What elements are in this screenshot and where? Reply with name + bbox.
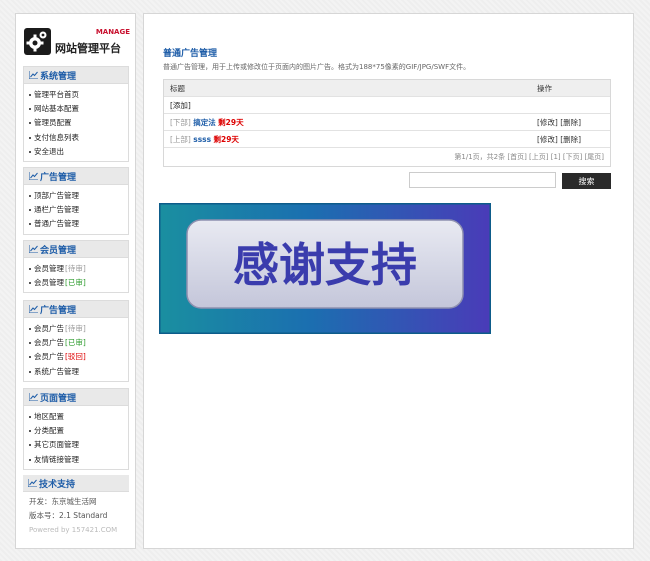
ad-remaining: 剩29天 <box>213 134 239 144</box>
menu-item-admin-config[interactable]: 管理员配置 <box>29 116 128 130</box>
edit-link[interactable]: [修改] <box>537 118 558 127</box>
bullet-icon <box>29 416 31 419</box>
search-button[interactable]: 搜索 <box>562 173 611 189</box>
chart-icon <box>29 305 38 313</box>
bullet-icon <box>29 430 31 433</box>
menu-group-pages: 页面管理 地区配置 分类配置 其它页面管理 友情链接管理 <box>23 388 129 470</box>
menu-item-members-approved[interactable]: 会员管理 [已审] <box>29 276 128 290</box>
menu-group-header[interactable]: 广告管理 <box>24 301 128 318</box>
menu-item-system-ads[interactable]: 系统广告管理 <box>29 365 128 379</box>
chart-icon <box>29 172 38 180</box>
ad-position: [下部] <box>170 117 191 127</box>
powered-by-link[interactable]: Powered by 157421.COM <box>29 523 129 537</box>
support-title: 技术支持 <box>39 479 76 490</box>
banner-text: 感谢支持 <box>233 238 417 292</box>
table-pager-row: 第1/1页，共2条 [首页] [上页] [1] [下页] [尾页] <box>164 148 610 166</box>
bullet-icon <box>29 282 31 285</box>
logo-badge: MANAGE <box>95 28 130 36</box>
chart-icon <box>29 71 38 79</box>
search-input[interactable] <box>409 172 556 188</box>
menu-item-other-pages[interactable]: 其它页面管理 <box>29 438 128 452</box>
bullet-icon <box>29 444 31 447</box>
menu-item-logout[interactable]: 安全退出 <box>29 145 128 159</box>
bullet-icon <box>29 268 31 271</box>
bullet-icon <box>29 150 31 153</box>
table-header: 标题 操作 <box>164 80 610 97</box>
menu-group-member-ads: 广告管理 会员广告 [待审] 会员广告 [已审] 会员广告 [驳回] 系统广告管理 <box>23 300 129 382</box>
menu-item-friend-links[interactable]: 友情链接管理 <box>29 453 128 467</box>
ad-position: [上部] <box>170 134 191 144</box>
chart-icon <box>29 245 38 253</box>
menu-item-top-ads[interactable]: 顶部广告管理 <box>29 189 128 203</box>
bullet-icon <box>29 328 31 331</box>
developer-info: 开发：东京城生活网 <box>29 497 97 506</box>
menu-group-ads: 广告管理 顶部广告管理 通栏广告管理 普通广告管理 <box>23 167 129 235</box>
table-row-add: [添加] <box>164 97 610 114</box>
menu-group-header[interactable]: 页面管理 <box>24 389 128 406</box>
menu-item-banner-ads[interactable]: 通栏广告管理 <box>29 203 128 217</box>
sidebar: MANAGE 网站管理平台 系统管理 管理平台首页 网站基本配置 管理员配置 支… <box>15 13 136 549</box>
support-header: 技术支持 <box>23 475 129 492</box>
version-info: 版本号：2.1 Standard <box>29 511 108 520</box>
bullet-icon <box>29 356 31 359</box>
pagination[interactable]: 第1/1页，共2条 [首页] [上页] [1] [下页] [尾页] <box>454 152 604 162</box>
bullet-icon <box>29 342 31 345</box>
ads-table: 标题 操作 [添加] [下部] 搞定法 剩29天 [修改] [删除] [上部] … <box>163 79 611 167</box>
chart-icon <box>28 479 37 487</box>
bullet-icon <box>29 122 31 125</box>
menu-group-title: 广告管理 <box>40 172 77 183</box>
table-row: [下部] 搞定法 剩29天 [修改] [删除] <box>164 114 610 131</box>
logo[interactable]: MANAGE 网站管理平台 <box>24 26 130 64</box>
bullet-icon <box>29 136 31 139</box>
page-title: 普通广告管理 <box>163 49 218 59</box>
delete-link[interactable]: [删除] <box>560 118 581 127</box>
bullet-icon <box>29 94 31 97</box>
menu-group-system: 系统管理 管理平台首页 网站基本配置 管理员配置 支付信息列表 安全退出 <box>23 66 129 162</box>
menu-group-title: 页面管理 <box>40 393 77 404</box>
menu-item-home[interactable]: 管理平台首页 <box>29 88 128 102</box>
table-row: [上部] ssss 剩29天 [修改] [删除] <box>164 131 610 148</box>
menu-group-header[interactable]: 系统管理 <box>24 67 128 84</box>
ad-remaining: 剩29天 <box>218 117 244 127</box>
page-description: 普通广告管理，用于上传或修改位于页面内的图片广告。格式为188*75像素的GIF… <box>163 63 471 71</box>
edit-link[interactable]: [修改] <box>537 135 558 144</box>
menu-group-header[interactable]: 广告管理 <box>24 168 128 185</box>
ad-title-link[interactable]: ssss <box>193 135 211 144</box>
menu-group-title: 广告管理 <box>40 305 77 316</box>
bullet-icon <box>29 209 31 212</box>
menu-item-member-ads-pending[interactable]: 会员广告 [待审] <box>29 322 128 336</box>
ad-title-link[interactable]: 搞定法 <box>193 118 216 127</box>
bullet-icon <box>29 458 31 461</box>
bullet-icon <box>29 195 31 198</box>
menu-group-members: 会员管理 会员管理 [待审] 会员管理 [已审] <box>23 240 129 294</box>
menu-group-header[interactable]: 会员管理 <box>24 241 128 258</box>
gear-icon <box>24 28 51 55</box>
menu-item-payment-list[interactable]: 支付信息列表 <box>29 131 128 145</box>
column-header-title: 标题 <box>170 83 185 93</box>
thanks-banner: 感谢支持 <box>159 203 491 334</box>
menu-group-title: 会员管理 <box>40 245 77 256</box>
add-link[interactable]: [添加] <box>170 100 191 111</box>
bullet-icon <box>29 370 31 373</box>
menu-item-normal-ads[interactable]: 普通广告管理 <box>29 217 128 231</box>
menu-group-title: 系统管理 <box>40 71 77 82</box>
bullet-icon <box>29 223 31 226</box>
menu-item-members-pending[interactable]: 会员管理 [待审] <box>29 262 128 276</box>
menu-item-region-config[interactable]: 地区配置 <box>29 410 128 424</box>
menu-item-member-ads-rejected[interactable]: 会员广告 [驳回] <box>29 350 128 364</box>
menu-item-member-ads-approved[interactable]: 会员广告 [已审] <box>29 336 128 350</box>
main-panel: 普通广告管理 普通广告管理，用于上传或修改位于页面内的图片广告。格式为188*7… <box>143 13 634 549</box>
chart-icon <box>29 393 38 401</box>
bullet-icon <box>29 108 31 111</box>
column-header-actions: 操作 <box>537 83 552 93</box>
menu-item-category-config[interactable]: 分类配置 <box>29 424 128 438</box>
logo-title: 网站管理平台 <box>55 42 121 55</box>
delete-link[interactable]: [删除] <box>560 135 581 144</box>
support-section: 技术支持 开发：东京城生活网 版本号：2.1 Standard Powered … <box>23 475 129 541</box>
menu-item-site-config[interactable]: 网站基本配置 <box>29 102 128 116</box>
